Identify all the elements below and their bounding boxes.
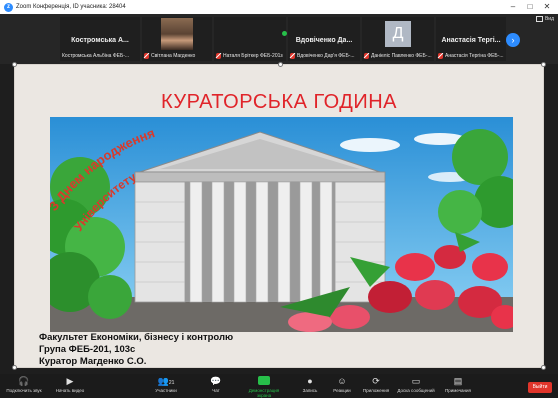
chat-button[interactable]: 💬 Чат	[196, 376, 236, 393]
resize-handle[interactable]	[12, 365, 17, 370]
participant-tile[interactable]: Світлана Магденко	[142, 17, 212, 61]
start-video-button[interactable]: ▶ Начать видео	[50, 376, 90, 393]
participant-footer: Світлана Магденко	[142, 53, 212, 59]
whiteboard-icon: ▭	[411, 376, 421, 386]
participants-count: 21	[168, 380, 175, 386]
join-audio-button[interactable]: 🎧 Подключить звук	[4, 376, 44, 393]
participant-tile[interactable]: Наталя Бріткер ФЕБ-201з	[214, 17, 286, 61]
apps-button[interactable]: ⟳ Приложения	[356, 376, 396, 393]
participants-button[interactable]: 👥21 Участники	[146, 376, 186, 393]
apps-icon: ⟳	[372, 376, 380, 386]
slide-title: КУРАТОРСЬКА ГОДИНА	[161, 91, 397, 113]
slide-illustration: З Днем народження Університету	[50, 117, 513, 332]
apps-label: Приложения	[362, 388, 390, 393]
participant-footer: Даніеліс Павленко ФЕБ-...	[362, 53, 434, 59]
faculty-line: Факультет Економіки, бізнесу і контролю	[39, 332, 233, 344]
close-icon[interactable]: ✕	[540, 1, 554, 12]
participant-tile[interactable]: Д Даніеліс Павленко ФЕБ-...	[362, 17, 434, 61]
participant-name: Вдовіченко Да...	[295, 37, 353, 44]
curator-line: Куратор Магденко С.О.	[39, 356, 147, 367]
title-bar: z Zoom Конференція, ID учасника: 28404 –…	[0, 0, 558, 14]
participants-label: Участники	[155, 388, 177, 393]
share-screen-icon	[244, 376, 284, 387]
mic-muted-icon	[364, 53, 369, 59]
participant-footer: Вдовіченко Дар'я ФЕБ-...	[288, 53, 360, 59]
participant-tile[interactable]: Костромська А... Костромська Альбіна ФЕБ…	[60, 17, 140, 61]
participant-full-name: Анастасія Тергіна ФЕБ-...	[445, 53, 504, 59]
meeting-toolbar: 🎧 Подключить звук ▶ Начать видео 👥21 Уча…	[0, 374, 558, 398]
view-button[interactable]: Вид	[535, 16, 554, 22]
participant-full-name: Світлана Магденко	[151, 53, 196, 59]
video-off-icon: ▶	[66, 376, 74, 386]
participant-tile[interactable]: Вдовіченко Да... Вдовіченко Дар'я ФЕБ-..…	[282, 17, 360, 61]
participant-full-name: Наталя Бріткер ФЕБ-201з	[223, 53, 283, 59]
resize-handle[interactable]	[278, 62, 283, 67]
notes-button[interactable]: ▤ Примечания	[438, 376, 478, 393]
headphones-icon: 🎧	[18, 376, 30, 386]
chat-icon: 💬	[210, 376, 222, 386]
grid-view-icon	[535, 16, 543, 22]
whiteboard-label: Доска сообщений	[397, 388, 435, 393]
participants-icon: 👥21	[157, 376, 175, 386]
participant-name: Анастасія Тергі...	[441, 37, 501, 44]
participant-footer: Наталя Бріткер ФЕБ-201з	[214, 53, 286, 59]
participant-full-name: Даніеліс Павленко ФЕБ-...	[371, 53, 432, 59]
zoom-window: z Zoom Конференція, ID учасника: 28404 –…	[0, 0, 558, 398]
participant-footer: Анастасія Тергіна ФЕБ-...	[436, 53, 506, 59]
zoom-logo-icon: z	[4, 2, 13, 12]
mic-muted-icon	[144, 53, 149, 59]
resize-handle[interactable]	[12, 62, 17, 67]
mic-muted-icon	[438, 53, 443, 59]
next-page-button[interactable]: ›	[506, 33, 520, 47]
window-controls: – □ ✕	[506, 1, 554, 12]
participant-strip: Костромська А... Костромська Альбіна ФЕБ…	[0, 14, 558, 64]
share-screen-button[interactable]: Демонстрация экрана	[244, 376, 284, 398]
participant-name: Костромська А...	[71, 37, 129, 44]
participant-full-name: Костромська Альбіна ФЕБ-...	[62, 53, 130, 59]
maximize-icon[interactable]: □	[523, 1, 537, 12]
participant-footer: Костромська Альбіна ФЕБ-...	[60, 53, 140, 59]
slide-info: Факультет Економіки, бізнесу і контролю …	[39, 332, 233, 368]
window-title: Zoom Конференція, ID учасника: 28404	[16, 4, 126, 10]
whiteboard-button[interactable]: ▭ Доска сообщений	[396, 376, 436, 393]
leave-meeting-button[interactable]: Выйти	[528, 382, 552, 393]
notes-label: Примечания	[445, 388, 471, 393]
faculty-name: Економіки, бізнесу і контролю	[90, 332, 234, 343]
mic-muted-icon	[216, 53, 221, 59]
start-video-label: Начать видео	[55, 388, 85, 393]
group-line: Група ФЕБ-201, 103с	[39, 344, 136, 355]
join-audio-label: Подключить звук	[6, 388, 42, 393]
participant-video	[161, 18, 193, 50]
participant-full-name: Вдовіченко Дар'я ФЕБ-...	[297, 53, 355, 59]
chat-label: Чат	[212, 388, 220, 393]
faculty-prefix: Факультет	[39, 332, 91, 343]
resize-handle[interactable]	[541, 365, 546, 370]
speaking-indicator-icon	[282, 31, 287, 36]
resize-handle[interactable]	[541, 62, 546, 67]
participant-tile[interactable]: Анастасія Тергі... Анастасія Тергіна ФЕБ…	[436, 17, 506, 61]
notes-icon: ▤	[453, 376, 463, 386]
minimize-icon[interactable]: –	[506, 1, 520, 12]
shared-screen: КУРАТОРСЬКА ГОДИНА Днем народження Уніве…	[12, 62, 546, 370]
share-screen-label: Демонстрация экрана	[248, 388, 280, 398]
mic-muted-icon	[290, 53, 295, 59]
participant-avatar: Д	[385, 21, 411, 47]
view-label: Вид	[544, 16, 554, 22]
